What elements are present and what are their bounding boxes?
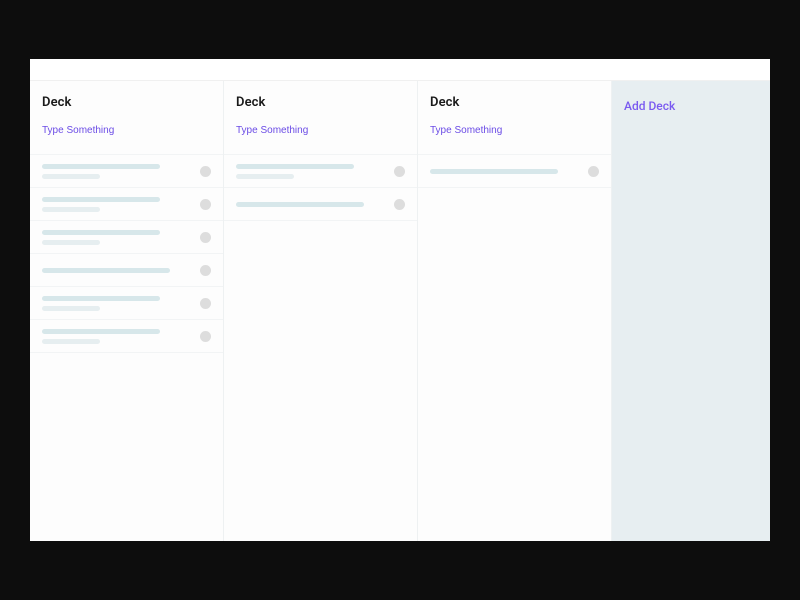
deck-title: Deck [430,95,599,110]
deck-input-row [418,118,611,155]
placeholder-line [42,268,170,273]
status-dot-icon [200,166,211,177]
card[interactable] [30,286,223,320]
card-placeholder-text [42,164,192,179]
deck-input-row [30,118,223,155]
deck-header: Deck [418,81,611,118]
placeholder-line [42,174,100,179]
placeholder-line [42,306,100,311]
card-placeholder-text [42,230,192,245]
status-dot-icon [394,199,405,210]
placeholder-line [42,164,160,169]
status-dot-icon [200,232,211,243]
new-card-input[interactable] [236,125,405,136]
deck-header: Deck [30,81,223,118]
card-placeholder-text [42,268,192,273]
placeholder-line [42,207,100,212]
card[interactable] [30,187,223,221]
card-list [30,155,223,353]
app-window: Deck [30,59,770,541]
card[interactable] [224,187,417,221]
card[interactable] [418,154,611,188]
status-dot-icon [200,298,211,309]
board: Deck [30,81,770,541]
placeholder-line [42,240,100,245]
card-placeholder-text [42,329,192,344]
add-deck-panel[interactable]: Add Deck [612,81,770,541]
card-placeholder-text [236,164,386,179]
deck-header: Deck [224,81,417,118]
deck-title: Deck [236,95,405,110]
card[interactable] [30,154,223,188]
new-card-input[interactable] [430,125,599,136]
placeholder-line [42,296,160,301]
deck-input-row [224,118,417,155]
placeholder-line [42,339,100,344]
deck-column: Deck [418,81,612,541]
placeholder-line [236,174,294,179]
card-list [418,155,611,188]
card[interactable] [224,154,417,188]
placeholder-line [430,169,558,174]
titlebar [30,59,770,81]
card[interactable] [30,319,223,353]
card[interactable] [30,220,223,254]
card-placeholder-text [236,202,386,207]
card-placeholder-text [430,169,580,174]
new-card-input[interactable] [42,125,211,136]
placeholder-line [236,164,354,169]
status-dot-icon [200,199,211,210]
placeholder-line [42,230,160,235]
status-dot-icon [394,166,405,177]
placeholder-line [42,197,160,202]
card[interactable] [30,253,223,287]
card-placeholder-text [42,296,192,311]
placeholder-line [42,329,160,334]
status-dot-icon [200,331,211,342]
card-placeholder-text [42,197,192,212]
deck-column: Deck [30,81,224,541]
deck-column: Deck [224,81,418,541]
add-deck-label: Add Deck [624,99,675,113]
status-dot-icon [588,166,599,177]
card-list [224,155,417,221]
deck-title: Deck [42,95,211,110]
status-dot-icon [200,265,211,276]
placeholder-line [236,202,364,207]
